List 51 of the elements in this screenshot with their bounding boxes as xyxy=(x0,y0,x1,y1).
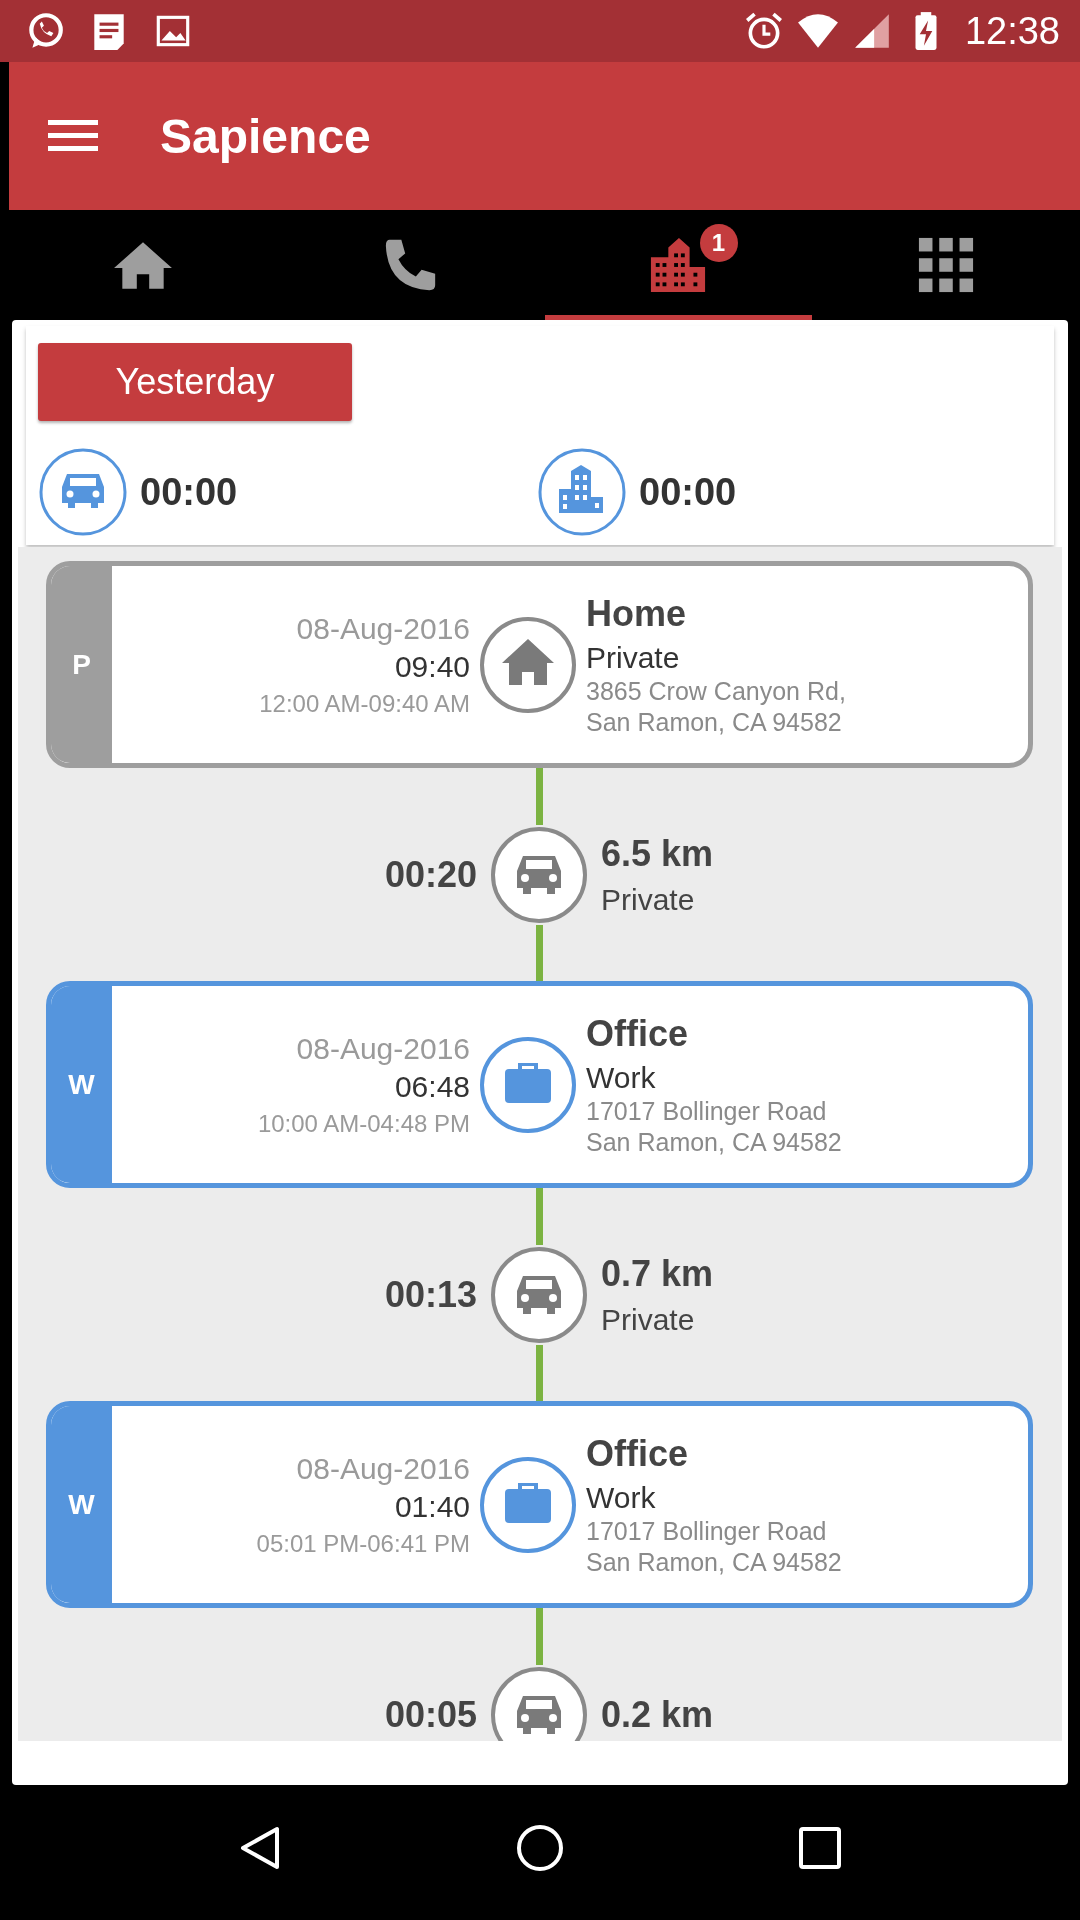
yesterday-button[interactable]: Yesterday xyxy=(38,343,352,421)
address-line: San Ramon, CA 94582 xyxy=(586,1127,842,1157)
visit-date: 08-Aug-2016 xyxy=(296,1451,470,1486)
trip-duration: 00:13 xyxy=(384,1273,477,1315)
car-icon xyxy=(489,1664,589,1741)
address-line: 17017 Bollinger Road xyxy=(586,1096,827,1126)
address-line: 3865 Crow Canyon Rd, xyxy=(586,676,846,706)
tab[interactable]: 1 xyxy=(544,210,813,320)
briefcase-icon xyxy=(478,1034,578,1135)
address-line: San Ramon, CA 94582 xyxy=(586,707,842,737)
home-button-icon[interactable] xyxy=(515,1822,565,1873)
duration-total: 00:00 xyxy=(639,470,737,514)
building-icon xyxy=(537,447,627,537)
place-name: Office xyxy=(586,1012,689,1055)
visit-duration: 09:40 xyxy=(394,649,470,684)
address-line: 17017 Bollinger Road xyxy=(586,1516,827,1546)
visit-duration: 01:40 xyxy=(394,1489,470,1524)
visit-date: 08-Aug-2016 xyxy=(296,611,470,646)
trip-distance: 0.2 km xyxy=(601,1693,714,1736)
car-icon xyxy=(489,824,589,925)
category-tag: P xyxy=(72,648,91,681)
car-icon xyxy=(489,1244,589,1345)
car-icon xyxy=(38,447,128,537)
notification-badge: 1 xyxy=(699,224,738,262)
visit-duration: 06:48 xyxy=(394,1069,470,1104)
briefcase-icon xyxy=(478,1454,578,1555)
trip-duration: 00:20 xyxy=(384,853,477,895)
time-range: 12:00 AM-09:40 AM xyxy=(259,689,470,718)
time-range: 10:00 AM-04:48 PM xyxy=(257,1109,470,1138)
app-title: Sapience xyxy=(160,108,371,164)
house-icon xyxy=(478,614,578,715)
place-name: Home xyxy=(586,592,687,635)
time-range: 05:01 PM-06:41 PM xyxy=(256,1529,470,1558)
category-tag: W xyxy=(68,1068,95,1101)
trip-distance: 0.7 km xyxy=(601,1252,714,1295)
trip-duration: 00:05 xyxy=(384,1693,477,1735)
place-card[interactable]: W 08-Aug-2016 06:48 10:00 AM-04:48 PM Office Work 17017 Bollinger Road San Ramon, CA 94582 xyxy=(46,981,1033,1188)
place-card[interactable]: W 08-Aug-2016 01:40 05:01 PM-06:41 PM Office Work 17017 Bollinger Road San Ramon, CA 94582 xyxy=(46,1401,1033,1608)
clock-time: 12:38 xyxy=(964,9,1060,53)
place-category: Work xyxy=(586,1060,656,1095)
place-name: Office xyxy=(586,1432,689,1475)
trip-distance: 6.5 km xyxy=(601,832,714,875)
category-tag: W xyxy=(68,1488,95,1521)
place-category: Private xyxy=(586,640,680,675)
trip-category: Private xyxy=(601,882,695,917)
place-card[interactable]: P 08-Aug-2016 09:40 12:00 AM-09:40 AM Home Private 3865 Crow Canyon Rd, San Ramon, CA 94582 xyxy=(46,561,1033,768)
visit-date: 08-Aug-2016 xyxy=(296,1031,470,1066)
place-category: Work xyxy=(586,1480,656,1515)
address-line: San Ramon, CA 94582 xyxy=(586,1547,842,1577)
duration-total: 00:00 xyxy=(140,470,238,514)
trip-category: Private xyxy=(601,1302,695,1337)
